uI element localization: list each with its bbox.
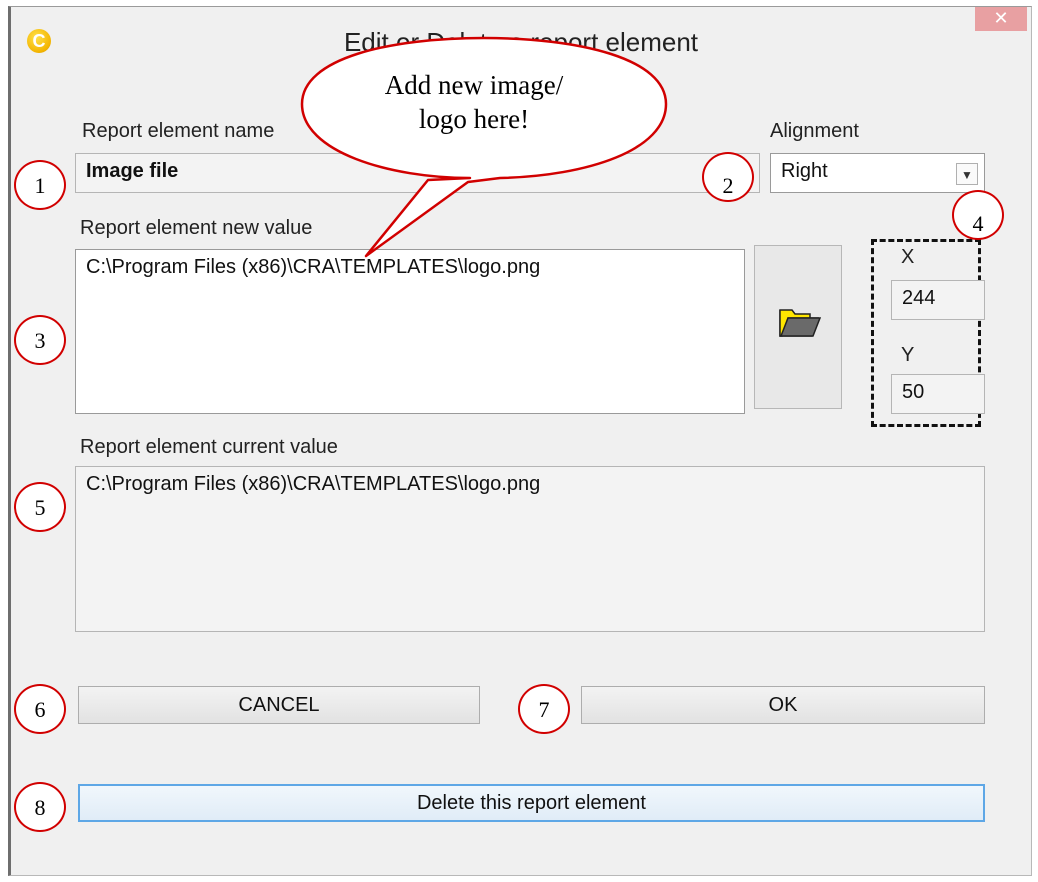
- marker-8: 8: [14, 782, 66, 832]
- marker-7: 7: [518, 684, 570, 734]
- callout-line-1: Add new image/: [384, 70, 564, 100]
- marker-2: 2: [702, 152, 754, 202]
- marker-1: 1: [14, 160, 66, 210]
- marker-6: 6: [14, 684, 66, 734]
- marker-5: 5: [14, 482, 66, 532]
- callout-text: Add new image/ logo here!: [344, 68, 604, 136]
- marker-3: 3: [14, 315, 66, 365]
- callout-line-2: logo here!: [418, 104, 530, 134]
- marker-4: 4: [952, 190, 1004, 240]
